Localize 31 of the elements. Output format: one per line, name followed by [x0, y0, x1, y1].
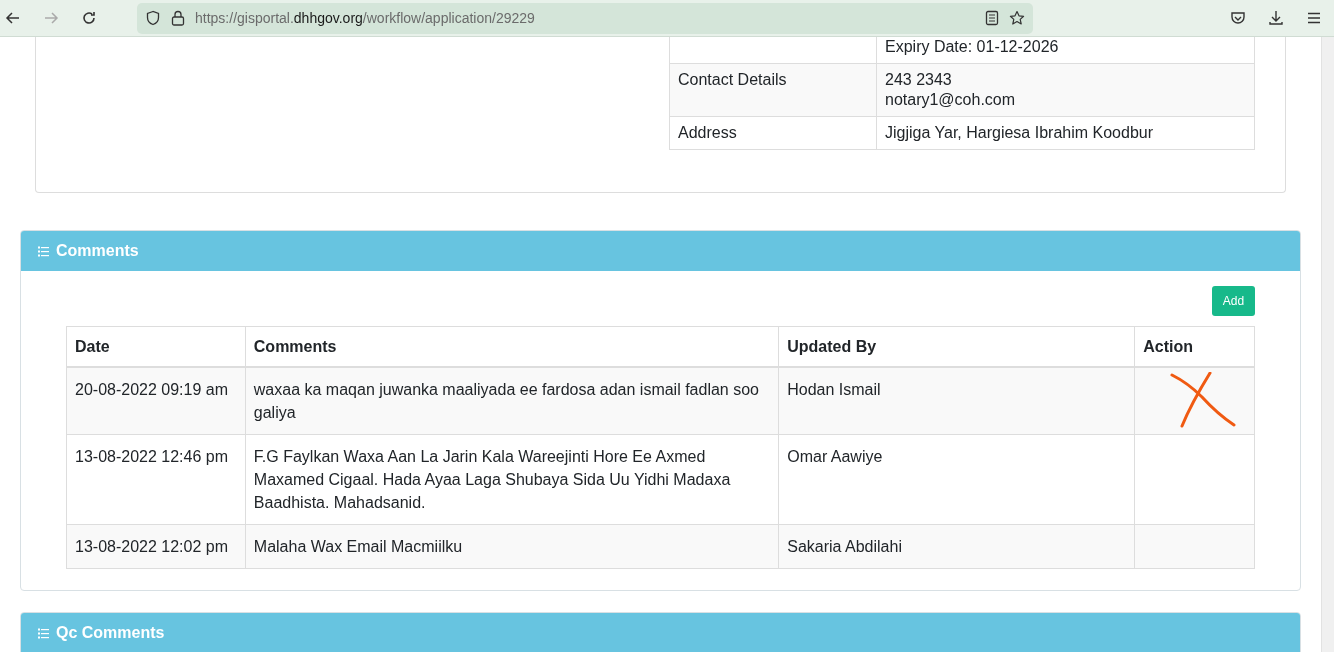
url-text: https://gisportal.dhhgov.org/workflow/application/29229 — [195, 10, 535, 26]
panel-title: Qc Comments — [56, 624, 165, 642]
pocket-icon[interactable] — [1230, 10, 1246, 26]
updated-by-cell: Hodan Ismail — [778, 367, 1135, 435]
comment-cell: F.G Faylkan Waxa Aan La Jarin Kala Wareejinti Hore Ee Axmed Maxamed Cigaal. Hada Ayaa Laga Shubaya Sida Uu Yidhi Madaxa Baadhista. Mahadsanid. — [245, 434, 779, 525]
bookmark-star-icon[interactable] — [1009, 10, 1025, 26]
menu-icon[interactable] — [1306, 10, 1322, 26]
detail-value: Jigjiga Yar, Hargiesa Ibrahim Koodbur — [876, 116, 1255, 150]
scrollbar-track[interactable] — [1321, 37, 1334, 652]
comment-cell: Malaha Wax Email Macmiilku — [245, 524, 779, 569]
detail-value: Expiry Date: 01-12-2026 — [876, 37, 1255, 64]
date-cell: 13-08-2022 12:46 pm — [66, 434, 246, 525]
comment-cell: waxaa ka maqan juwanka maaliyada ee fardosa adan ismail fadlan soo galiya — [245, 367, 779, 435]
detail-label: Contact Details — [669, 63, 877, 117]
list-icon — [38, 245, 49, 257]
detail-value: 243 2343 notary1@coh.com — [876, 63, 1255, 117]
back-icon[interactable] — [5, 10, 21, 26]
list-icon — [38, 627, 49, 639]
lock-icon[interactable] — [171, 10, 185, 26]
date-cell: 13-08-2022 12:02 pm — [66, 524, 246, 569]
address-bar[interactable]: https://gisportal.dhhgov.org/workflow/application/29229 — [137, 2, 1033, 34]
reader-view-icon[interactable] — [985, 10, 999, 26]
updated-by-cell: Sakaria Abdilahi — [778, 524, 1135, 569]
updated-by-cell: Omar Aawiye — [778, 434, 1135, 525]
reload-icon[interactable] — [81, 10, 97, 26]
date-cell: 20-08-2022 09:19 am — [66, 367, 246, 435]
shield-icon[interactable] — [145, 10, 161, 26]
panel-title: Comments — [56, 242, 139, 260]
cross-mark-icon — [1169, 372, 1238, 428]
detail-label: Address — [669, 116, 877, 150]
download-icon[interactable] — [1268, 10, 1284, 26]
